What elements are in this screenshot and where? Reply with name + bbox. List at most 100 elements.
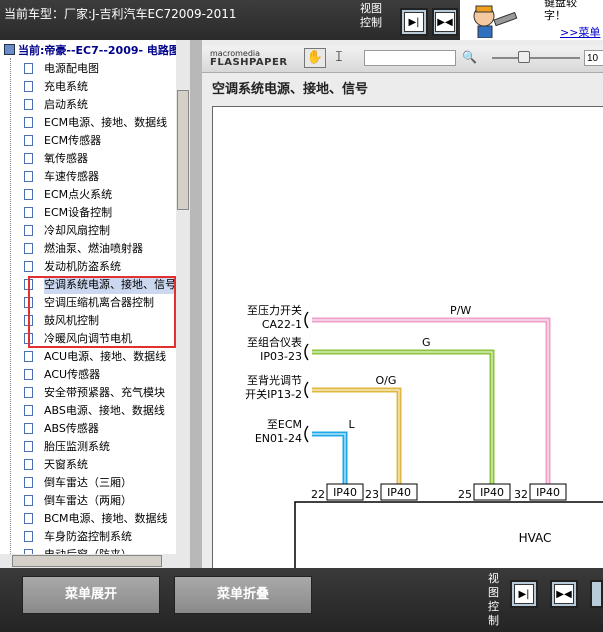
collapse-menu-button[interactable]: 菜单折叠 <box>174 576 312 614</box>
view-control-label-bottom: 视图控制 <box>488 572 499 627</box>
connector-symbol <box>304 311 309 329</box>
tree-item-label: 天窗系统 <box>44 458 88 471</box>
tree-item-label: 冷却风扇控制 <box>44 224 110 237</box>
tree-item-label: BCM电源、接地、数据线 <box>44 512 168 525</box>
pin-number: 25 <box>458 488 472 501</box>
pin-number: 23 <box>365 488 379 501</box>
pin-number: 32 <box>514 488 528 501</box>
document-icon <box>24 189 33 200</box>
hand-icon: ✋ <box>306 50 324 65</box>
search-input[interactable] <box>364 50 456 66</box>
tree-root[interactable]: 当前:帝豪--EC7--2009- 电路图 <box>4 42 180 58</box>
connector-name: IP40 <box>480 486 504 499</box>
tree-item-label: 启动系统 <box>44 98 88 111</box>
next-page-button[interactable]: ▶| <box>400 8 428 36</box>
tree-item-label: ABS传感器 <box>44 422 99 435</box>
tree-item-label: 车身防盗控制系统 <box>44 530 132 543</box>
document-icon <box>24 207 33 218</box>
connector-pin-id: 开关IP13-2 <box>245 387 302 401</box>
wire-color-code: O/G <box>376 374 397 387</box>
tree-item-label: 安全带预紧器、充气模块 <box>44 386 165 399</box>
connector-destination: 至组合仪表 <box>247 335 302 349</box>
wire-highlight <box>312 389 400 484</box>
tree-item-label: 充电系统 <box>44 80 88 93</box>
document-icon <box>24 135 33 146</box>
logo-bottom: FLASHPAPER <box>210 57 288 68</box>
document-icon <box>24 99 33 110</box>
vehicle-label: 当前车型：厂家:J-吉利汽车EC72009-2011 <box>4 7 237 21</box>
play-icon: ▶| <box>404 12 424 32</box>
document-icon <box>24 405 33 416</box>
tree-item-label: 倒车雷达（三厢） <box>44 476 132 489</box>
document-icon <box>24 351 33 362</box>
expand-menu-button[interactable]: 菜单展开 <box>22 576 160 614</box>
flashpaper-logo: macromedia FLASHPAPER <box>210 49 288 68</box>
connector-pin-id: EN01-24 <box>255 432 302 445</box>
tree-root-label: 当前:帝豪--EC7--2009- 电路图 <box>18 44 180 57</box>
fit-icon: ▶◀ <box>435 12 455 32</box>
search-icon[interactable]: 🔍 <box>462 50 477 64</box>
connector-symbol <box>304 425 309 443</box>
document-icon <box>24 423 33 434</box>
connector-symbol <box>304 381 309 399</box>
extra-view-button[interactable] <box>590 580 603 608</box>
hvac-module <box>294 501 603 568</box>
document-icon <box>24 171 33 182</box>
connector-destination: 至背光调节 <box>247 373 302 387</box>
connector-pin-id: IP03-23 <box>260 350 302 363</box>
document-icon <box>24 369 33 380</box>
tree-scroll-thumb[interactable] <box>177 90 189 210</box>
tree-item-label: ECM点火系统 <box>44 188 113 201</box>
hvac-label: HVAC <box>519 531 552 545</box>
zoom-input[interactable] <box>584 50 603 66</box>
document-icon <box>24 513 33 524</box>
document-icon <box>24 261 33 272</box>
document-icon <box>24 225 33 236</box>
document-icon <box>24 459 33 470</box>
wire-highlight <box>312 351 493 484</box>
connector-name: IP40 <box>387 486 411 499</box>
panel-splitter[interactable] <box>190 40 202 568</box>
highlight-box <box>28 276 176 348</box>
mascot-icon <box>473 5 518 38</box>
connector-symbol <box>304 343 309 361</box>
document-icon <box>24 441 33 452</box>
tree-item-label: 氧传感器 <box>44 152 88 165</box>
document-icon <box>24 81 33 92</box>
tree-item-label: ECM电源、接地、数据线 <box>44 116 168 129</box>
pin-number: 22 <box>311 488 325 501</box>
connector-pin-id: CA22-1 <box>262 318 302 331</box>
fit-icon: ▶◀ <box>554 584 574 604</box>
document-icon <box>24 63 33 74</box>
tree-item-label: ECM设备控制 <box>44 206 113 219</box>
fit-page-button-bottom[interactable]: ▶◀ <box>550 580 578 608</box>
view-control-label: 视图控制 <box>360 2 382 29</box>
ad-banner[interactable]: 键盘较 字！ >>菜单 <box>460 0 603 40</box>
wire-highlight <box>312 433 346 484</box>
text-cursor-icon: 𝙸 <box>334 49 344 65</box>
hand-tool-button[interactable]: ✋ <box>304 48 326 68</box>
document-icon <box>24 495 33 506</box>
play-icon: ▶| <box>514 584 534 604</box>
wire-color-code: G <box>422 336 431 349</box>
tree-item-label: ACU电源、接地、数据线 <box>44 350 167 363</box>
wire <box>312 349 495 484</box>
text-select-tool-button[interactable]: 𝙸 <box>334 49 344 65</box>
document-icon <box>24 117 33 128</box>
next-page-button-bottom[interactable]: ▶| <box>510 580 538 608</box>
zoom-slider-thumb[interactable] <box>518 51 530 63</box>
wire <box>312 431 348 484</box>
ad-menu-link[interactable]: >>菜单 <box>560 24 600 40</box>
tree-hscroll-thumb[interactable] <box>12 555 162 567</box>
tree-item-label: 车速传感器 <box>44 170 99 183</box>
zoom-slider[interactable] <box>492 57 580 59</box>
fit-page-button[interactable]: ▶◀ <box>432 8 458 36</box>
wiring-diagram: HVAC 至压力开关CA22-1 P/W IP40 32 至组合仪表IP03-23 G IP… <box>245 303 603 568</box>
document-icon <box>24 243 33 254</box>
document-icon <box>24 531 33 542</box>
tree-item-label: 胎压监测系统 <box>44 440 110 453</box>
tree-item-label: 倒车雷达（两厢） <box>44 494 132 507</box>
tree-item-label: ECM传感器 <box>44 134 102 147</box>
tree-item-label: 燃油泵、燃油喷射器 <box>44 242 143 255</box>
tree-item-label: 发动机防盗系统 <box>44 260 121 273</box>
